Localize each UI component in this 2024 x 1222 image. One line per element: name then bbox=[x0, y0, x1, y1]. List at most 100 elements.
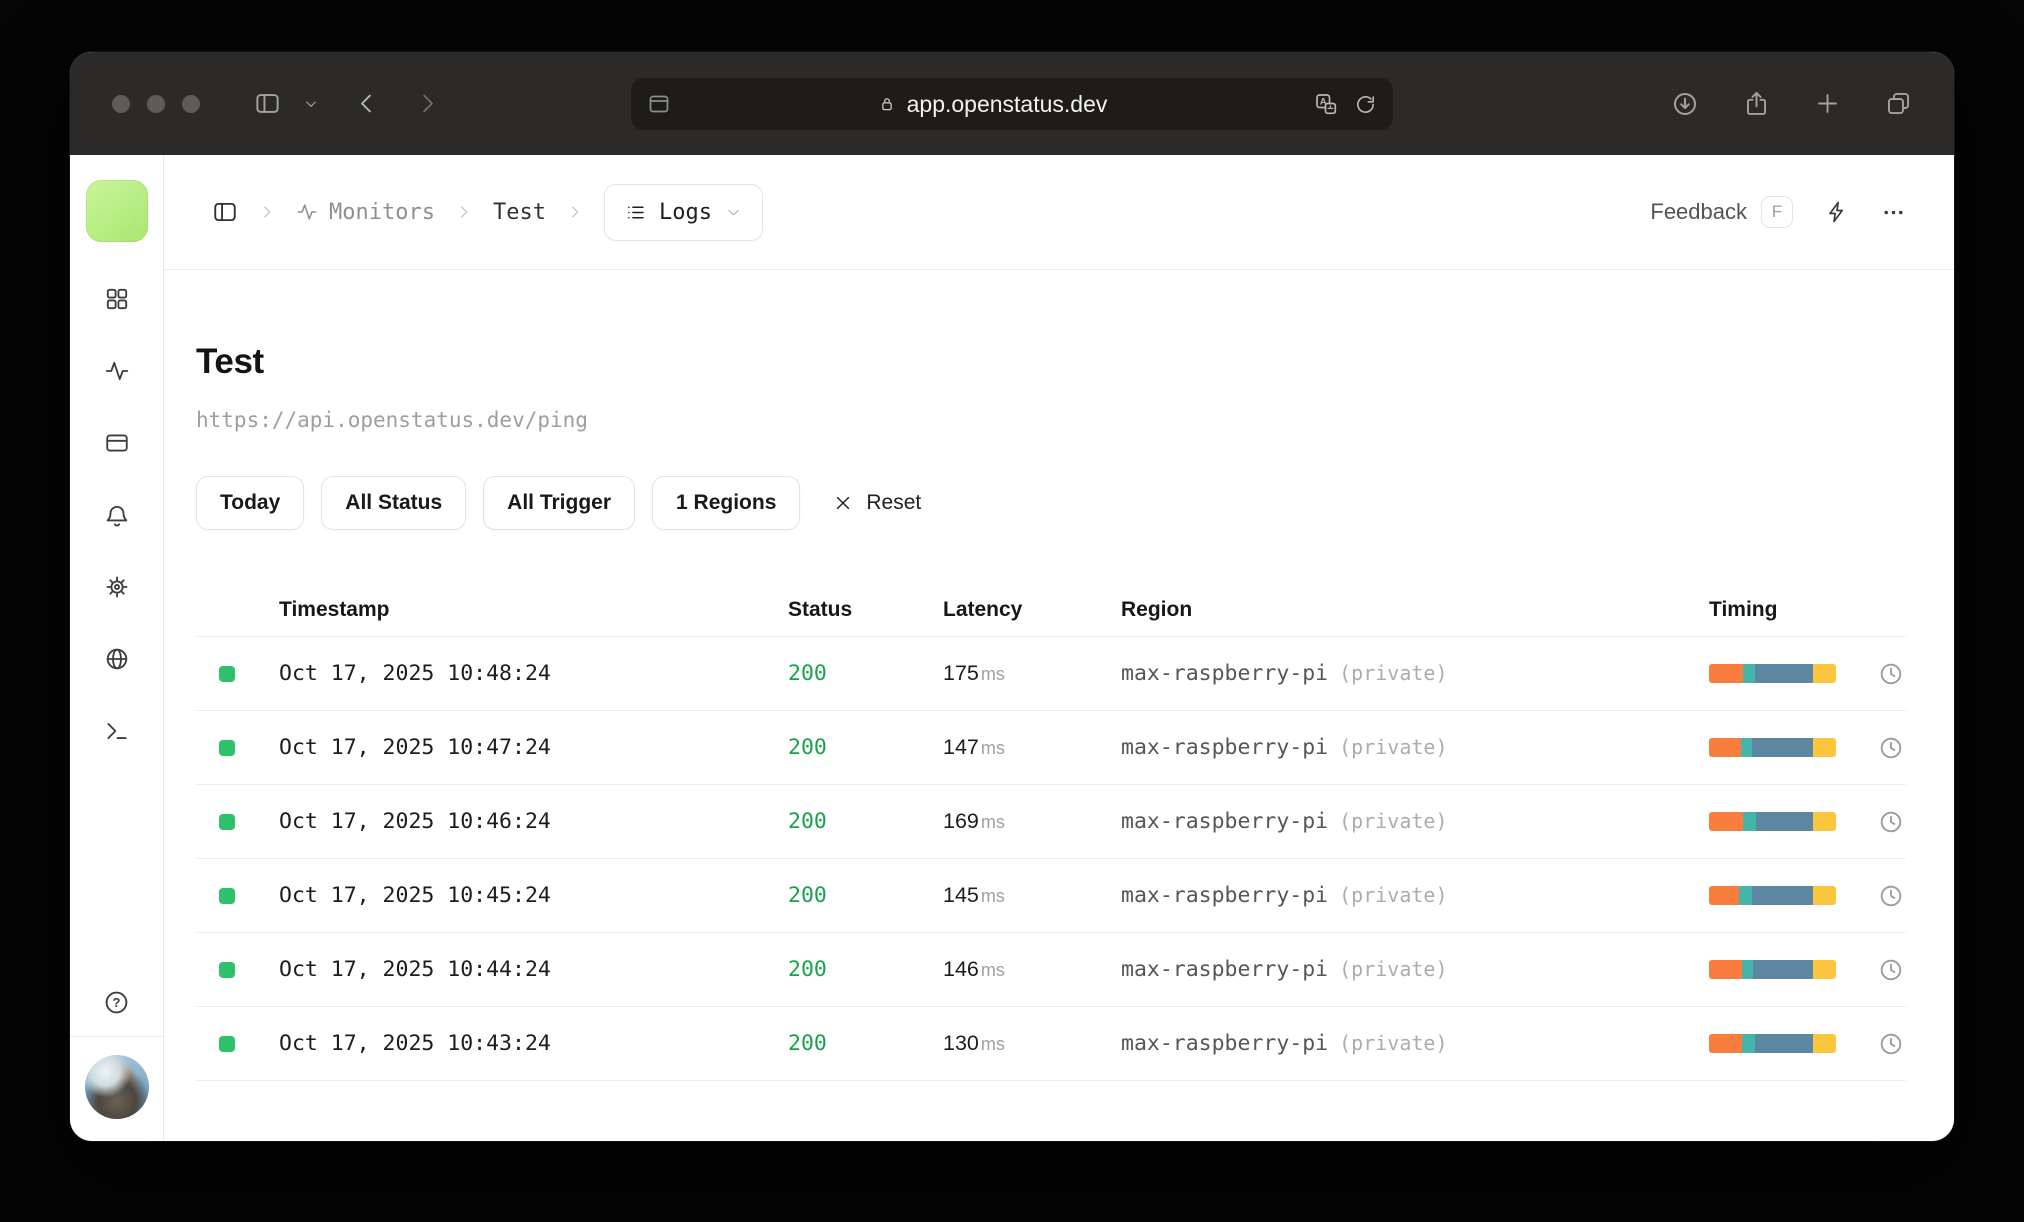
clock-icon bbox=[1880, 811, 1902, 832]
help-button[interactable]: ? bbox=[103, 989, 130, 1016]
region-name: max-raspberry-pi bbox=[1121, 661, 1329, 686]
latency-unit: ms bbox=[980, 738, 1005, 758]
timing-segment-connect bbox=[1742, 960, 1754, 979]
log-latency: 130 ms bbox=[943, 1031, 1121, 1056]
globe-icon bbox=[106, 648, 127, 670]
reset-label: Reset bbox=[866, 491, 922, 514]
timing-details-button[interactable] bbox=[1878, 809, 1904, 835]
timing-details-button[interactable] bbox=[1878, 735, 1904, 761]
sidebar-toggle-button[interactable] bbox=[254, 90, 281, 117]
clock-icon bbox=[1880, 737, 1902, 758]
filter-regions[interactable]: 1 Regions bbox=[652, 476, 801, 530]
zoom-button[interactable] bbox=[182, 94, 200, 113]
timing-bar bbox=[1709, 960, 1836, 979]
tabs-icon bbox=[1887, 92, 1910, 115]
page-settings-icon[interactable] bbox=[647, 92, 671, 116]
latency-unit: ms bbox=[980, 886, 1005, 906]
log-timestamp: Oct 17, 2025 10:44:24 bbox=[279, 957, 551, 982]
reset-filters-button[interactable]: Reset bbox=[833, 491, 921, 515]
rail-item-settings[interactable] bbox=[104, 574, 130, 600]
more-options-button[interactable] bbox=[1881, 200, 1906, 225]
workspace-logo[interactable] bbox=[85, 180, 148, 242]
log-region: max-raspberry-pi (private) bbox=[1121, 883, 1709, 908]
panel-top-icon bbox=[105, 434, 128, 452]
rail-item-cli[interactable] bbox=[104, 718, 130, 744]
back-button[interactable] bbox=[353, 90, 380, 117]
timing-segment-tls bbox=[1755, 812, 1814, 831]
filter-date[interactable]: Today bbox=[196, 476, 305, 530]
main-column: Monitors Test Logs Feedback F Test https… bbox=[164, 155, 1954, 1141]
timing-segment-dns bbox=[1709, 738, 1741, 757]
new-tab-button[interactable] bbox=[1814, 90, 1841, 117]
quick-actions-button[interactable] bbox=[1825, 200, 1849, 224]
close-button[interactable] bbox=[112, 94, 130, 113]
downloads-button[interactable] bbox=[1671, 90, 1699, 118]
translate-icon[interactable]: A bbox=[1314, 92, 1338, 116]
timing-bar bbox=[1709, 886, 1836, 905]
log-latency: 169 ms bbox=[943, 809, 1121, 834]
breadcrumb-test[interactable]: Test bbox=[493, 200, 546, 225]
log-row[interactable]: Oct 17, 2025 10:45:24 200 145 ms max-rasp… bbox=[196, 858, 1906, 932]
latency-unit: ms bbox=[980, 664, 1005, 684]
list-icon bbox=[628, 205, 644, 219]
rail-item-notifications[interactable] bbox=[104, 502, 130, 528]
timing-details-button[interactable] bbox=[1878, 661, 1904, 687]
clock-icon bbox=[1880, 885, 1902, 906]
timing-segment-tls bbox=[1753, 960, 1814, 979]
timing-segment-dns bbox=[1709, 1034, 1743, 1053]
timing-segment-connect bbox=[1740, 738, 1753, 757]
sidebar-collapse-button[interactable] bbox=[212, 199, 238, 225]
ellipsis-icon bbox=[1884, 210, 1903, 214]
timing-segment-dns bbox=[1709, 664, 1744, 683]
log-status-code: 200 bbox=[788, 1031, 827, 1056]
rail-item-regions[interactable] bbox=[104, 646, 130, 672]
timing-details-button[interactable] bbox=[1878, 1031, 1904, 1057]
log-row[interactable]: Oct 17, 2025 10:43:24 200 130 ms max-rasp… bbox=[196, 1006, 1906, 1080]
user-avatar[interactable] bbox=[84, 1055, 149, 1119]
log-row[interactable]: Oct 17, 2025 10:47:24 200 147 ms max-rasp… bbox=[196, 710, 1906, 784]
column-header-timestamp: Timestamp bbox=[279, 598, 390, 621]
log-row[interactable]: Oct 17, 2025 10:48:24 200 175 ms max-rasp… bbox=[196, 636, 1906, 710]
logs-dropdown-button[interactable]: Logs bbox=[603, 183, 763, 241]
filter-status[interactable]: All Status bbox=[321, 476, 467, 530]
region-name: max-raspberry-pi bbox=[1121, 809, 1329, 834]
breadcrumb-monitors[interactable]: Monitors bbox=[296, 200, 435, 225]
timing-details-button[interactable] bbox=[1878, 883, 1904, 909]
log-region: max-raspberry-pi (private) bbox=[1121, 661, 1709, 686]
log-region: max-raspberry-pi (private) bbox=[1121, 957, 1709, 982]
share-button[interactable] bbox=[1743, 90, 1770, 117]
status-ok-indicator bbox=[219, 1035, 235, 1052]
timing-segment-ttfb bbox=[1813, 812, 1836, 831]
address-bar[interactable]: app.openstatus.dev A bbox=[631, 78, 1393, 130]
timing-bar bbox=[1709, 812, 1836, 831]
help-circle-icon: ? bbox=[105, 991, 128, 1014]
log-timestamp: Oct 17, 2025 10:46:24 bbox=[279, 809, 551, 834]
region-name: max-raspberry-pi bbox=[1121, 883, 1329, 908]
svg-text:?: ? bbox=[113, 995, 121, 1010]
rail-footer: ? bbox=[70, 989, 163, 1119]
latency-value: 169 bbox=[943, 809, 979, 833]
breadcrumb-separator-icon bbox=[258, 203, 276, 221]
timing-segment-tls bbox=[1754, 1034, 1814, 1053]
lock-icon bbox=[878, 95, 896, 113]
timing-details-button[interactable] bbox=[1878, 957, 1904, 983]
tab-group-dropdown[interactable] bbox=[303, 96, 319, 112]
feedback-button[interactable]: Feedback F bbox=[1650, 196, 1793, 228]
timing-segment-dns bbox=[1709, 812, 1744, 831]
rail-item-monitors[interactable] bbox=[104, 358, 130, 384]
log-status-code: 200 bbox=[788, 957, 827, 982]
forward-button[interactable] bbox=[414, 90, 441, 117]
status-ok-indicator bbox=[219, 665, 235, 682]
filter-trigger[interactable]: All Trigger bbox=[483, 476, 636, 530]
minimize-button[interactable] bbox=[147, 94, 165, 113]
log-row[interactable]: Oct 17, 2025 10:46:24 200 169 ms max-rasp… bbox=[196, 784, 1906, 858]
log-row[interactable]: Oct 17, 2025 10:44:24 200 146 ms max-rasp… bbox=[196, 932, 1906, 1006]
rail-nav bbox=[104, 286, 130, 744]
rail-item-status-pages[interactable] bbox=[104, 430, 130, 456]
rail-item-dashboard[interactable] bbox=[104, 286, 130, 312]
breadcrumb-monitors-label: Monitors bbox=[329, 199, 435, 225]
breadcrumb-separator-icon bbox=[566, 203, 584, 221]
tab-overview-button[interactable] bbox=[1885, 90, 1912, 117]
timing-segment-ttfb bbox=[1813, 960, 1836, 979]
reload-icon[interactable] bbox=[1354, 93, 1377, 116]
